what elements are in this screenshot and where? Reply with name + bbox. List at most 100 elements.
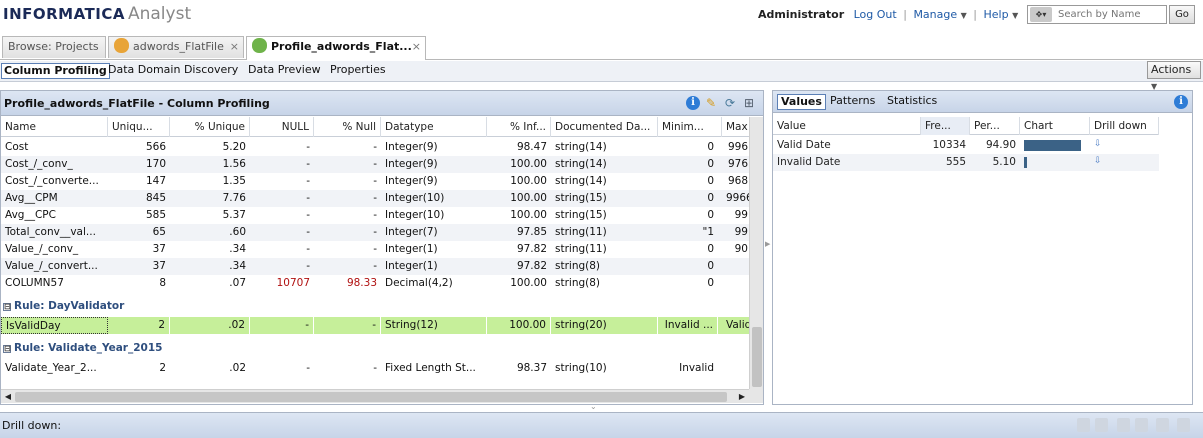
panel-splitter[interactable]: ▶ — [765, 90, 771, 405]
select-columns-icon[interactable] — [1135, 418, 1148, 432]
tab-profile-adwords[interactable]: Profile_adwords_Flat... × — [246, 36, 426, 60]
cell-maximum: 90 — [734, 243, 748, 255]
menu-data-domain-discovery[interactable]: Data Domain Discovery — [106, 63, 240, 79]
horizontal-scrollbar[interactable]: ◀ ▶ — [1, 389, 749, 403]
column-header-row: Name Uniqu... % Unique NULL % Null Datat… — [1, 117, 752, 137]
info-icon[interactable]: i — [1174, 95, 1188, 109]
cell-unique: 8 — [159, 277, 166, 289]
value-row[interactable]: Invalid Date 555 5.10 ⇩ — [773, 154, 1159, 171]
value-row[interactable]: Valid Date 10334 94.90 ⇩ — [773, 137, 1159, 154]
cell-unique: 170 — [145, 158, 166, 170]
export-icon[interactable] — [1077, 418, 1090, 432]
search-input[interactable] — [1058, 7, 1164, 22]
columns-icon[interactable] — [1117, 418, 1130, 432]
table-row[interactable]: Avg__CPC 585 5.37- - Integer(10) 100.00 string… — [1, 207, 749, 224]
chevron-down-icon: ▼ — [1012, 11, 1019, 20]
rule-group-dayvalidator[interactable]: ⊟ Rule: DayValidator — [1, 298, 749, 315]
manage-menu[interactable]: Manage — [913, 8, 957, 21]
cell-pct-unique: .60 — [229, 226, 246, 238]
table-row[interactable]: Cost_/_converte... 147 1.35- - Integer(9) 100… — [1, 173, 749, 190]
cell-unique: 37 — [152, 243, 166, 255]
col-pct-null[interactable]: % Null — [314, 117, 381, 137]
cell-percent: 5.10 — [992, 156, 1016, 168]
close-icon[interactable]: × — [230, 37, 239, 57]
table-row[interactable]: Cost 566 5.20- - Integer(9) 98.47 string(14) 0 9… — [1, 139, 749, 156]
scrollbar-thumb[interactable] — [15, 392, 727, 402]
scroll-left-icon[interactable]: ◀ — [2, 391, 14, 403]
drill-down-icon[interactable]: ⇩ — [1094, 156, 1102, 166]
refresh-profile-icon[interactable]: ⟳ — [723, 96, 737, 110]
help-menu[interactable]: Help — [984, 8, 1009, 21]
flat-file-icon — [114, 38, 129, 53]
edit-pencil-icon[interactable]: ✎ — [704, 96, 718, 110]
drill-down-icon[interactable]: ⇩ — [1094, 139, 1102, 149]
table-row[interactable]: IsValidDay 2.02- - String(12) 100.00 string(2… — [1, 317, 752, 334]
tab-adwords-flatfile[interactable]: adwords_FlatFile × — [108, 36, 244, 58]
col-pct-inferred[interactable]: % Inf... — [487, 117, 551, 137]
cell-pct-null: - — [373, 362, 377, 374]
cell-pct-inferred: 100.00 — [510, 158, 547, 170]
filter-icon[interactable] — [1095, 418, 1108, 432]
col-datatype[interactable]: Datatype — [381, 117, 487, 137]
col-pct-unique[interactable]: % Unique — [170, 117, 250, 137]
col-value[interactable]: Value — [773, 117, 921, 135]
cell-pct-unique: 1.35 — [222, 175, 246, 187]
col-documented-datatype[interactable]: Documented Da... — [551, 117, 658, 137]
actions-menu-button[interactable]: Actions ▼ — [1147, 61, 1201, 91]
save-icon[interactable] — [1156, 418, 1169, 432]
col-maximum[interactable]: Max — [722, 117, 752, 137]
rule-group-validate-year[interactable]: ⊟ Rule: Validate_Year_2015 — [1, 340, 749, 357]
scrollbar-thumb[interactable] — [752, 327, 762, 387]
info-icon[interactable]: i — [686, 96, 700, 110]
col-unique[interactable]: Uniqu... — [108, 117, 170, 137]
collapse-icon[interactable]: ⊟ — [3, 345, 11, 353]
tab-browse-projects[interactable]: Browse: Projects — [2, 36, 106, 58]
menu-column-profiling[interactable]: Column Profiling — [1, 63, 110, 79]
cell-pct-unique: .34 — [229, 260, 246, 272]
cell-frequency: 555 — [945, 156, 966, 168]
cell-value: Invalid Date — [777, 156, 841, 168]
menu-properties[interactable]: Properties — [328, 63, 388, 79]
settings-icon[interactable] — [1177, 418, 1190, 432]
cell-datatype: Integer(7) — [385, 226, 438, 238]
scroll-corner — [749, 389, 763, 403]
logout-link[interactable]: Log Out — [854, 8, 897, 21]
cell-datatype: Integer(9) — [385, 158, 438, 170]
go-button[interactable]: Go — [1169, 5, 1195, 24]
table-row[interactable]: Validate_Year_2... 2.02- - Fixed Length St.… — [1, 360, 749, 377]
hierarchy-icon[interactable]: ⊞ — [742, 96, 756, 110]
resize-grip-icon[interactable]: ⌄ — [590, 402, 597, 411]
table-row[interactable]: Cost_/_conv_ 170 1.56- - Integer(9) 100.00 str… — [1, 156, 749, 173]
vertical-scrollbar[interactable] — [749, 117, 763, 389]
col-percent[interactable]: Per... — [970, 117, 1020, 135]
tab-values[interactable]: Values — [777, 94, 826, 110]
tab-patterns[interactable]: Patterns — [827, 94, 878, 110]
current-user: Administrator — [758, 8, 845, 21]
tab-statistics[interactable]: Statistics — [884, 94, 940, 110]
cell-documented-datatype: string(15) — [555, 192, 607, 204]
scroll-right-icon[interactable]: ▶ — [736, 391, 748, 403]
cell-documented-datatype: string(14) — [555, 158, 607, 170]
product-name: Analyst — [127, 4, 192, 24]
col-drill-down: Drill down — [1090, 117, 1159, 135]
table-row[interactable]: Avg__CPM 845 7.76- - Integer(10) 100.00 string… — [1, 190, 752, 207]
table-row[interactable]: Value_/_convert... 37.34- - Integer(1) 97.82… — [1, 258, 749, 275]
col-frequency[interactable]: Fre... — [921, 117, 970, 135]
frequency-bar — [1024, 140, 1081, 151]
collapse-icon[interactable]: ⊟ — [3, 303, 11, 311]
cell-pct-null: - — [373, 243, 377, 255]
cell-datatype: Integer(9) — [385, 141, 438, 153]
cell-name: Value_/_conv_ — [5, 243, 79, 255]
table-row[interactable]: Value_/_conv_ 37.34- - Integer(1) 97.82 strin… — [1, 241, 749, 258]
search-scope-icon[interactable]: ✥▾ — [1030, 7, 1052, 22]
menu-data-preview[interactable]: Data Preview — [246, 63, 323, 79]
col-null[interactable]: NULL — [250, 117, 314, 137]
cell-maximum: 996 — [727, 141, 748, 153]
cell-pct-inferred: 98.37 — [516, 362, 547, 374]
rule-label: Rule: Validate_Year_2015 — [14, 342, 163, 354]
col-name[interactable]: Name — [1, 117, 108, 137]
col-minimum[interactable]: Minim... — [658, 117, 722, 137]
close-icon[interactable]: × — [412, 37, 421, 57]
table-row[interactable]: COLUMN57 8 .07 10707 98.33 Decimal(4,2) 100.00… — [1, 275, 749, 292]
table-row[interactable]: Total_conv__val... 65.60- - Integer(7) 97.85… — [1, 224, 749, 241]
